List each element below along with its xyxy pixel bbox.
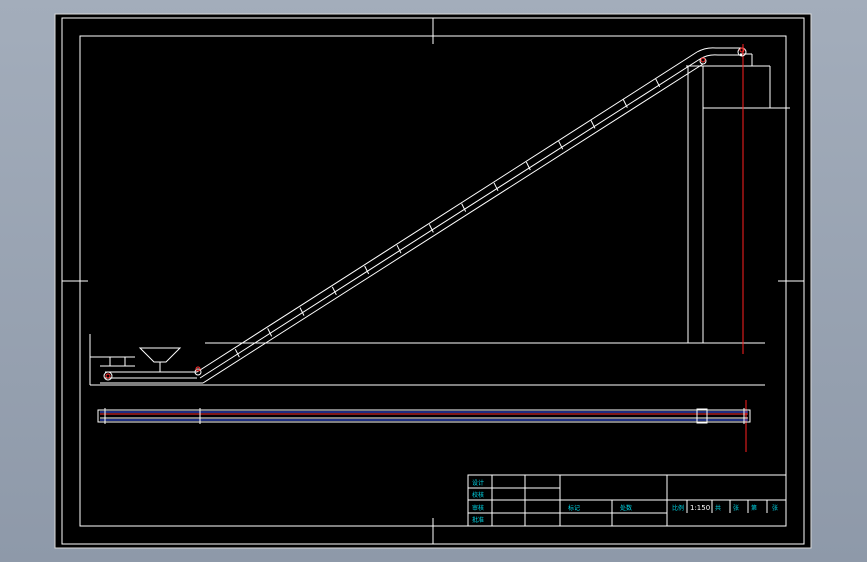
tb-right-3: 第 [751,504,757,512]
tb-left-3: 批准 [472,516,484,524]
tb-mid-1: 处数 [620,504,632,512]
tb-right-1: 共 [715,504,721,512]
tb-left-2: 审核 [472,504,484,512]
tb-right-4: 张 [772,504,778,512]
tb-right-0: 比例 [672,504,684,512]
tb-mid-0: 标记 [568,504,580,512]
tb-scale: 1:150 [690,504,710,512]
drawing-sheet [54,13,812,549]
tb-right-2: 张 [733,504,739,512]
tb-left-0: 设计 [472,479,484,487]
tb-left-1: 校核 [472,491,484,499]
cad-drawing-canvas: 设计 校核 审核 批准 标记 处数 比例 1:150 共 张 第 张 [54,13,812,549]
